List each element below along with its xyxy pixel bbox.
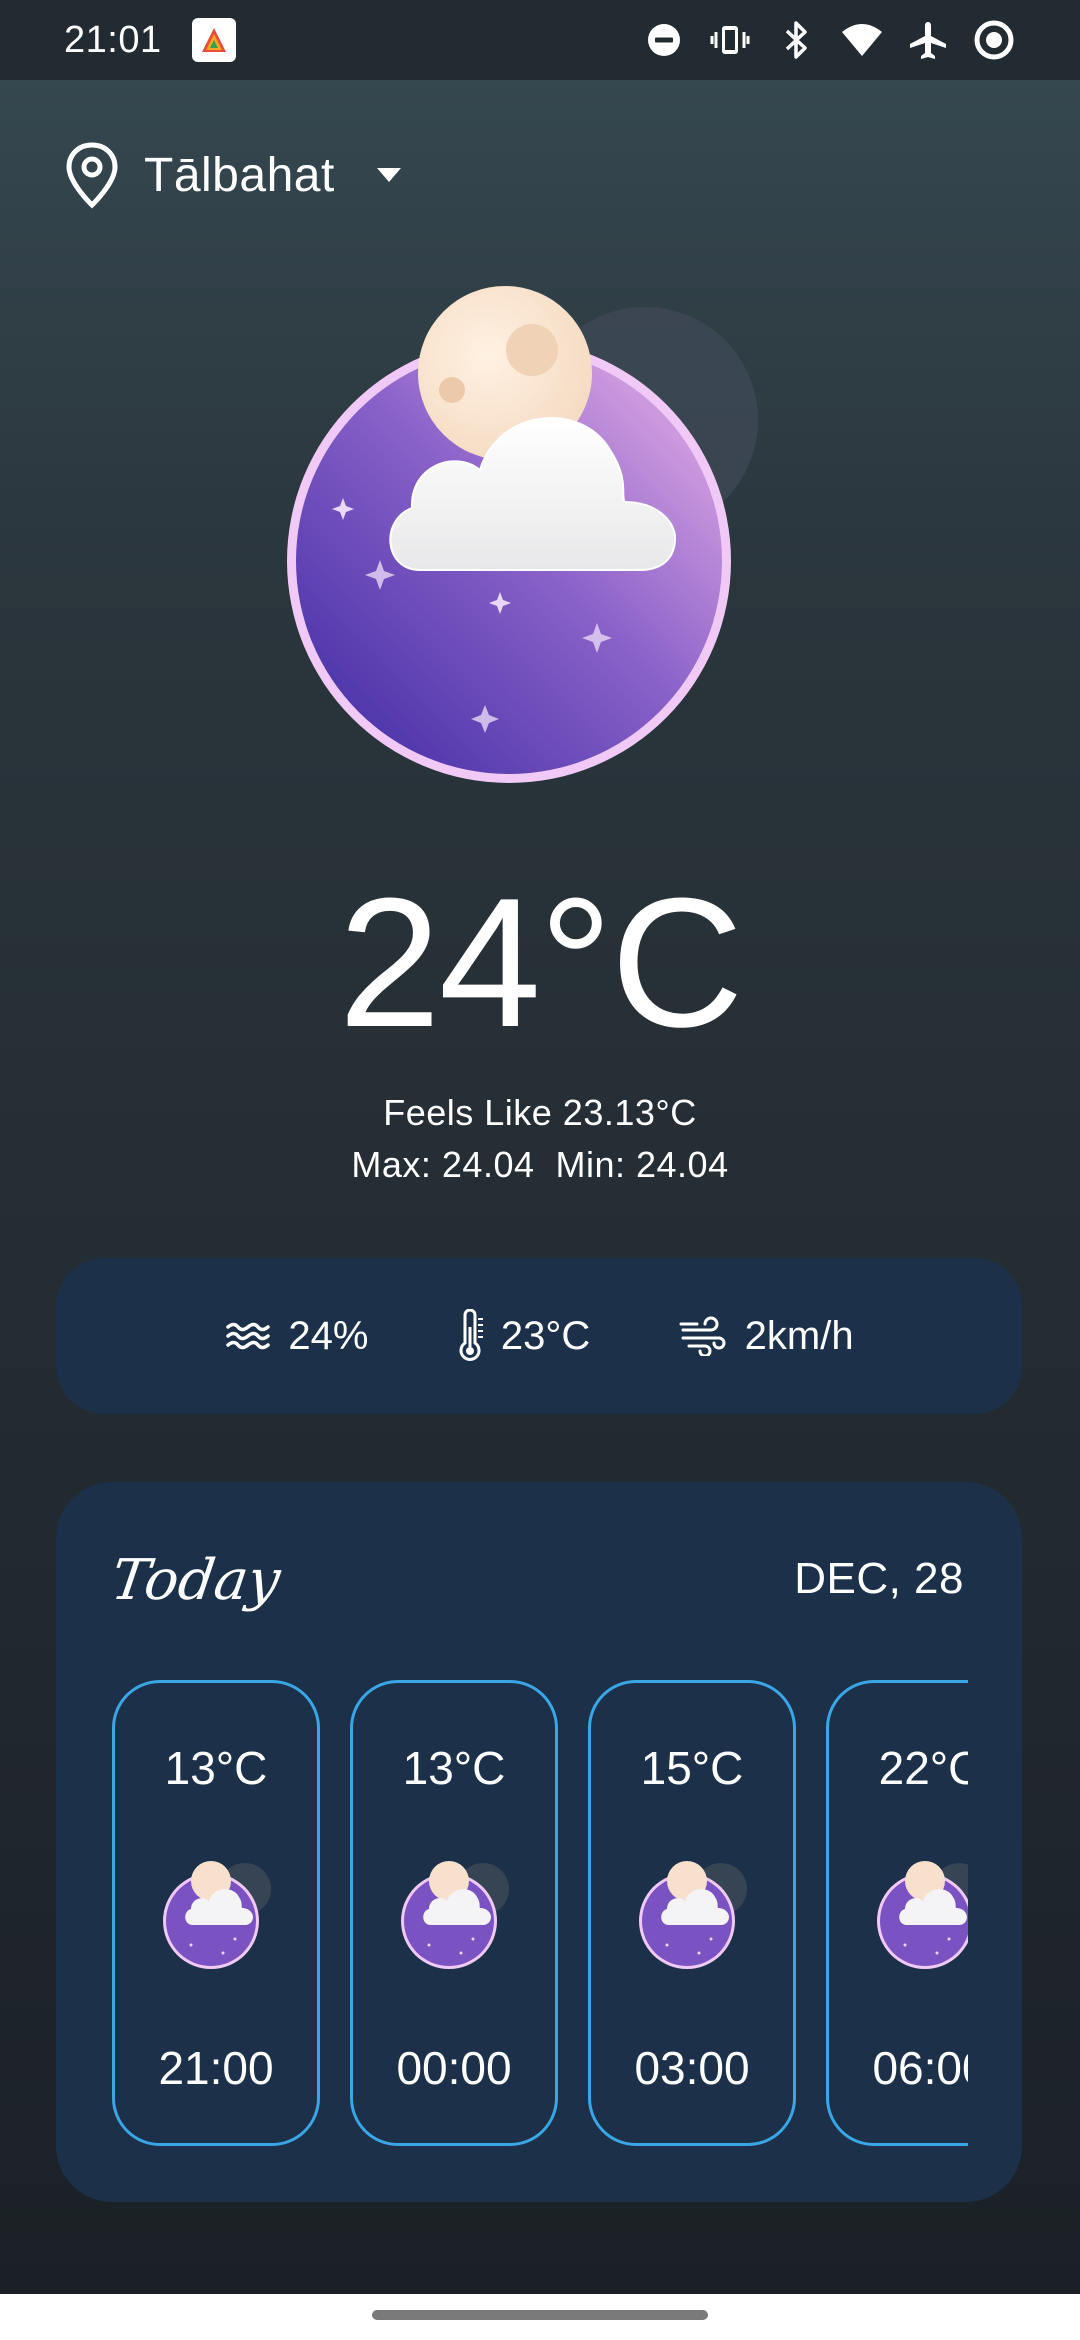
max-min: Max: 24.04 Min: 24.04 bbox=[351, 1144, 729, 1185]
dropdown-caret-icon bbox=[376, 168, 401, 182]
status-icons bbox=[642, 18, 1016, 62]
today-date: DEC, 28 bbox=[794, 1554, 964, 1603]
record-icon bbox=[972, 18, 1016, 62]
location-pin-icon bbox=[66, 142, 118, 209]
status-bar: 21:01 bbox=[0, 0, 1080, 80]
conditions-card: 24% 23°C 2km/h bbox=[56, 1258, 1022, 1414]
home-gesture-handle[interactable] bbox=[372, 2310, 708, 2320]
temperature-value: 23°C bbox=[500, 1313, 591, 1358]
hourly-item[interactable]: 22°C 06:00 bbox=[826, 1680, 968, 2146]
hourly-item[interactable]: 15°C 03:00 bbox=[588, 1680, 796, 2146]
hourly-time: 00:00 bbox=[396, 2042, 512, 2094]
hourly-time: 21:00 bbox=[158, 2042, 274, 2094]
hourly-temp: 13°C bbox=[164, 1742, 268, 1794]
night-cloudy-moon-icon bbox=[877, 1861, 968, 1969]
feels-like: Feels Like 23.13°C bbox=[383, 1092, 697, 1133]
app-notification-icon bbox=[191, 18, 236, 62]
status-time: 21:01 bbox=[64, 18, 162, 61]
hourly-time: 03:00 bbox=[634, 2042, 750, 2094]
humidity-value: 24% bbox=[288, 1313, 369, 1358]
location-name: Tālbahat bbox=[144, 148, 335, 202]
dnd-icon bbox=[642, 18, 686, 62]
hourly-temp: 15°C bbox=[640, 1742, 744, 1794]
airplane-icon bbox=[906, 18, 950, 62]
hourly-temp: 22°C bbox=[878, 1742, 968, 1794]
wind-value: 2km/h bbox=[744, 1313, 854, 1358]
wifi-icon bbox=[840, 18, 884, 62]
hourly-temp: 13°C bbox=[402, 1742, 506, 1794]
night-cloudy-moon-icon bbox=[639, 1861, 747, 1969]
wind-stat: 2km/h bbox=[679, 1314, 854, 1359]
thermometer-icon bbox=[459, 1309, 483, 1361]
vibrate-icon bbox=[708, 18, 752, 62]
today-title: Today bbox=[107, 1548, 285, 1613]
night-cloudy-moon-icon bbox=[401, 1861, 509, 1969]
location-selector[interactable]: Tālbahat bbox=[64, 140, 403, 210]
hourly-item[interactable]: 13°C 21:00 bbox=[112, 1680, 320, 2146]
humidity-stat: 24% bbox=[224, 1314, 368, 1359]
night-cloudy-moon-icon bbox=[287, 286, 758, 783]
temperature-stat: 23°C bbox=[457, 1309, 590, 1363]
waves-icon bbox=[226, 1322, 271, 1350]
weather-screen: 21:01 Tālbahat 24°C Feels Like 23.13°C M… bbox=[0, 0, 1080, 2340]
night-cloudy-moon-icon bbox=[163, 1861, 271, 1969]
today-forecast-card: Today DEC, 28 13°C 21:00 13°C 00:00 15°C… bbox=[56, 1482, 1022, 2202]
hourly-item[interactable]: 13°C 00:00 bbox=[350, 1680, 558, 2146]
hourly-forecast-list[interactable]: 13°C 21:00 13°C 00:00 15°C 03:00 22°C 06… bbox=[112, 1680, 968, 2150]
current-temperature: 24°C bbox=[338, 859, 743, 1065]
wind-icon bbox=[679, 1316, 726, 1356]
hourly-time: 06:00 bbox=[872, 2042, 968, 2094]
bluetooth-icon bbox=[774, 18, 818, 62]
